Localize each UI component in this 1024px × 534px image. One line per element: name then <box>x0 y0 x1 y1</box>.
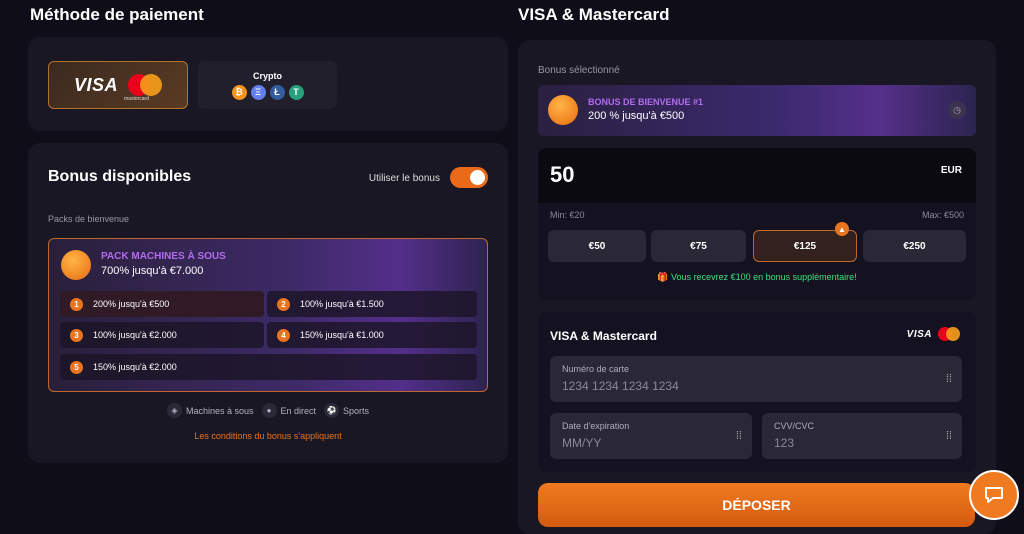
category-sports: Sports <box>343 405 370 416</box>
selected-bonus-label: Bonus sélectionné <box>538 65 620 76</box>
card-logos: VISA <box>907 327 960 341</box>
crypto-option[interactable]: Crypto ₿ Ξ Ł T <box>198 61 337 109</box>
amount-chip[interactable]: €50 <box>548 230 646 262</box>
card-form-title: VISA & Mastercard <box>550 329 657 343</box>
bonus-tier[interactable]: 3 100% jusqu'à €2.000 <box>60 322 264 348</box>
chat-icon[interactable] <box>969 470 1019 520</box>
bonus-categories: ◈ Machines à sous ● En direct ⚽ Sports <box>28 403 508 418</box>
bonus-tier[interactable]: 1 200% jusqu'à €500 <box>60 291 264 317</box>
deposit-panel: Bonus sélectionné BONUS DE BIENVENUE #1 … <box>518 40 996 534</box>
payment-method-title: Méthode de paiement <box>30 5 204 24</box>
selected-bonus-banner[interactable]: BONUS DE BIENVENUE #1 200 % jusqu'à €500… <box>538 85 976 136</box>
fire-icon: ▲ <box>835 222 849 236</box>
slots-icon: ◈ <box>166 403 182 418</box>
bonuses-title: Bonus disponibles <box>48 168 192 185</box>
selected-bonus-name: BONUS DE BIENVENUE #1 <box>588 97 704 107</box>
crypto-label: Crypto <box>253 70 282 81</box>
welcome-pack[interactable]: PACK MACHINES À SOUS 700% jusqu'à €7.000… <box>48 238 488 392</box>
card-scan-icon: ⁞⁞ <box>945 373 952 385</box>
amount-input[interactable]: 50 EUR <box>538 148 976 203</box>
card-scan-icon: ⁞⁞ <box>735 430 742 442</box>
ethereum-icon: Ξ <box>250 84 266 100</box>
use-bonus-toggle[interactable] <box>450 167 488 188</box>
expiry-field[interactable]: Date d'expiration MM/YY ⁞⁞ <box>550 413 752 459</box>
min-amount: Min: €20 <box>550 210 585 220</box>
category-slots: Machines à sous <box>185 405 254 416</box>
mastercard-logo <box>938 327 960 341</box>
peach-icon <box>61 250 91 280</box>
mastercard-logo: mastercard <box>124 74 162 102</box>
sports-icon: ⚽ <box>324 403 340 418</box>
visa-mastercard-title: VISA & Mastercard <box>518 5 670 24</box>
currency-label: EUR <box>940 165 962 176</box>
amount-chip[interactable]: €250 <box>863 230 966 262</box>
amount-value: 50 <box>550 162 575 187</box>
max-amount: Max: €500 <box>921 210 964 220</box>
tether-icon: T <box>288 84 304 100</box>
card-number-field[interactable]: Numéro de carte 1234 1234 1234 1234 ⁞⁞ <box>550 356 962 402</box>
visa-logo: VISA <box>73 74 118 95</box>
deposit-button[interactable]: DÉPOSER <box>538 483 975 527</box>
amount-chip[interactable]: €75 <box>651 230 746 262</box>
bonus-tier[interactable]: 4 150% jusqu'à €1.000 <box>267 322 477 348</box>
bonuses-card: Bonus disponibles Utiliser le bonus Pack… <box>28 143 508 463</box>
live-icon: ● <box>261 403 277 418</box>
bonus-tier[interactable]: 2 100% jusqu'à €1.500 <box>267 291 477 317</box>
card-form: VISA & Mastercard VISA Numéro de carte 1… <box>538 312 976 472</box>
pack-name: PACK MACHINES À SOUS <box>101 251 226 262</box>
category-live: En direct <box>280 405 317 416</box>
payment-methods-card: VISA mastercard Crypto ₿ Ξ Ł T <box>28 37 508 131</box>
bonus-conditions-link[interactable]: Les conditions du bonus s'appliquent <box>28 431 508 441</box>
litecoin-icon: Ł <box>269 84 285 100</box>
cvv-field[interactable]: CVV/CVC 123 ⁞⁞ <box>762 413 962 459</box>
visa-mastercard-option[interactable]: VISA mastercard <box>48 61 188 109</box>
bonus-tier[interactable]: 5 150% jusqu'à €2.000 <box>60 354 477 380</box>
packs-label: Packs de bienvenue <box>48 214 130 224</box>
peach-icon <box>548 95 578 125</box>
visa-logo: VISA <box>906 328 932 340</box>
pack-description: 700% jusqu'à €7.000 <box>101 265 204 277</box>
bitcoin-icon: ₿ <box>231 84 247 100</box>
selected-bonus-description: 200 % jusqu'à €500 <box>588 110 685 122</box>
use-bonus-label: Utiliser le bonus <box>368 173 440 184</box>
amount-section: 50 EUR Min: €20 Max: €500 €50 €75 €125 €… <box>538 148 976 300</box>
remove-bonus-icon[interactable]: ◷ <box>948 101 966 119</box>
extra-bonus-text: 🎁 Vous recevrez €100 en bonus supplément… <box>657 272 857 282</box>
card-scan-icon: ⁞⁞ <box>945 430 952 442</box>
